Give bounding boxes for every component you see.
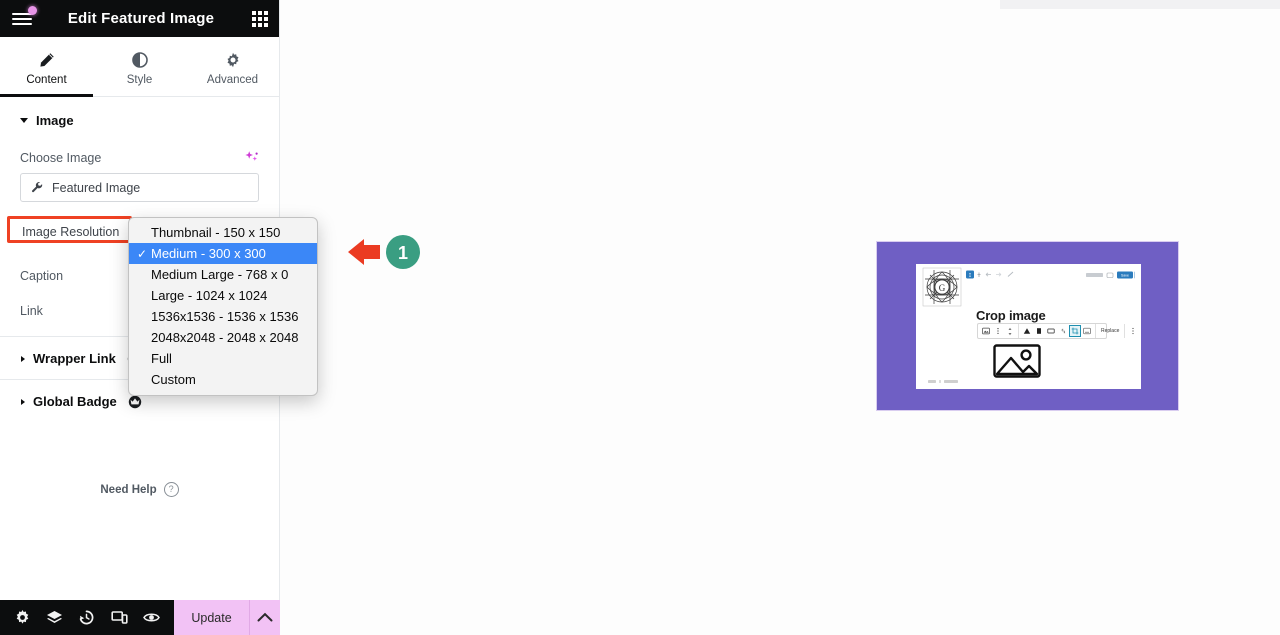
question-circle-icon: ? [163,482,179,497]
apps-grid-icon[interactable] [252,10,268,27]
contrast-circle-icon [131,51,148,68]
image-placeholder-icon [993,344,1041,378]
choose-image-field[interactable]: Featured Image [20,173,259,202]
dropdown-option-label: 1536x1536 - 1536 x 1536 [151,309,299,324]
dropdown-option-label: Full [151,351,172,366]
drag-handle-icon[interactable] [992,325,1004,337]
preview-block-toolbar[interactable]: Replace [977,323,1134,339]
choose-image-label: Choose Image [20,150,102,165]
notification-dot-icon [28,5,37,15]
dropdown-option[interactable]: Large - 1024 x 1024 [129,285,317,306]
preview-editor-topbar: Save [966,270,1135,279]
featured-image-preview[interactable]: G Save Crop image Replace [876,241,1179,411]
chevron-down-icon [20,118,28,123]
update-button[interactable]: Update [174,600,249,635]
crop-icon[interactable] [1069,325,1081,337]
choose-image-row: Choose Image [20,150,259,165]
section-image-header[interactable]: Image [20,113,259,128]
section-image-title: Image [36,113,74,128]
dropdown-option[interactable]: Custom [129,369,317,390]
tab-content-label: Content [26,74,67,86]
ai-sparkle-icon[interactable] [244,150,259,165]
toolbar-group-align [1019,324,1096,338]
dropdown-option[interactable]: Full [129,348,317,369]
choose-image-value: Featured Image [52,180,141,195]
editor-canvas: G Save Crop image Replace [280,0,1280,635]
pro-crown-icon [128,395,142,409]
dropdown-option-label: Medium Large - 768 x 0 [151,267,289,282]
tab-content[interactable]: Content [0,37,93,97]
gear-icon [225,51,241,68]
svg-text:Save: Save [1121,274,1129,278]
align-icon[interactable] [1021,325,1033,337]
preview-eye-icon[interactable] [143,609,161,626]
panel-footer: Update [0,600,280,635]
arrow-left-icon [348,239,380,265]
site-logo-icon: G [922,267,962,307]
need-help-label: Need Help [100,483,157,496]
toolbar-group-replace: Replace [1096,324,1126,338]
full-width-icon[interactable] [1045,325,1057,337]
image-resolution-dropdown[interactable]: Thumbnail - 150 x 150 ✓ Medium - 300 x 3… [128,217,318,396]
tab-style-label: Style [126,74,153,86]
footer-tools [0,600,174,635]
image-resolution-label: Image Resolution [20,224,122,240]
preview-breadcrumb [928,380,958,383]
tab-advanced-label: Advanced [206,74,259,86]
dropdown-option-selected[interactable]: ✓ Medium - 300 x 300 [129,243,317,264]
pencil-icon [39,51,55,68]
section-global-badge-header[interactable]: Global Badge [20,394,259,409]
page-title: Edit Featured Image [67,10,215,27]
update-options-button[interactable] [249,600,280,635]
dropdown-option[interactable]: 1536x1536 - 1536 x 1536 [129,306,317,327]
dropdown-option[interactable]: Thumbnail - 150 x 150 [129,222,317,243]
step-annotation: 1 [348,235,420,269]
dropdown-option-label: Custom [151,372,196,387]
block-type-icon[interactable] [980,325,992,337]
dropdown-option[interactable]: 2048x2048 - 2048 x 2048 [129,327,317,348]
dropdown-option-label: 2048x2048 - 2048 x 2048 [151,330,299,345]
toolbar-group-more [1125,324,1141,338]
panel-header: Edit Featured Image [0,0,279,37]
chevron-right-icon [21,355,25,362]
preview-inner-screenshot: G Save Crop image Replace [916,264,1141,389]
check-icon: ✓ [137,246,148,261]
tab-style[interactable]: Style [93,37,186,96]
dropdown-option-label: Medium - 300 x 300 [151,246,266,261]
chevron-up-icon [257,612,273,622]
move-updown-icon[interactable] [1004,325,1016,337]
need-help-link[interactable]: Need Help ? [0,482,279,497]
more-options-icon[interactable] [1127,325,1139,337]
canvas-top-strip [1000,0,1280,9]
section-global-badge-title: Global Badge [33,394,117,409]
wrench-icon [31,181,44,194]
layers-icon[interactable] [46,609,63,626]
chevron-right-icon [21,398,25,405]
dropdown-option-label: Thumbnail - 150 x 150 [151,225,281,240]
responsive-icon[interactable] [111,609,128,626]
settings-icon[interactable] [14,609,31,626]
preview-post-title: Crop image [976,308,1046,323]
panel-tabs: Content Style Advanced [0,37,279,97]
logo-letter: G [939,283,946,293]
step-badge-number: 1 [398,243,408,263]
update-button-label: Update [191,610,232,625]
history-icon[interactable] [78,609,95,626]
tab-advanced[interactable]: Advanced [186,37,279,96]
replace-button[interactable]: Replace [1098,325,1122,337]
link-icon[interactable] [1057,325,1069,337]
section-wrapper-link-title: Wrapper Link [33,351,116,366]
caption-icon[interactable] [1081,325,1093,337]
align-center-icon[interactable] [1033,325,1045,337]
hamburger-icon[interactable] [12,5,37,27]
dropdown-option-label: Large - 1024 x 1024 [151,288,268,303]
toolbar-group-block [978,324,1019,338]
dropdown-option[interactable]: Medium Large - 768 x 0 [129,264,317,285]
